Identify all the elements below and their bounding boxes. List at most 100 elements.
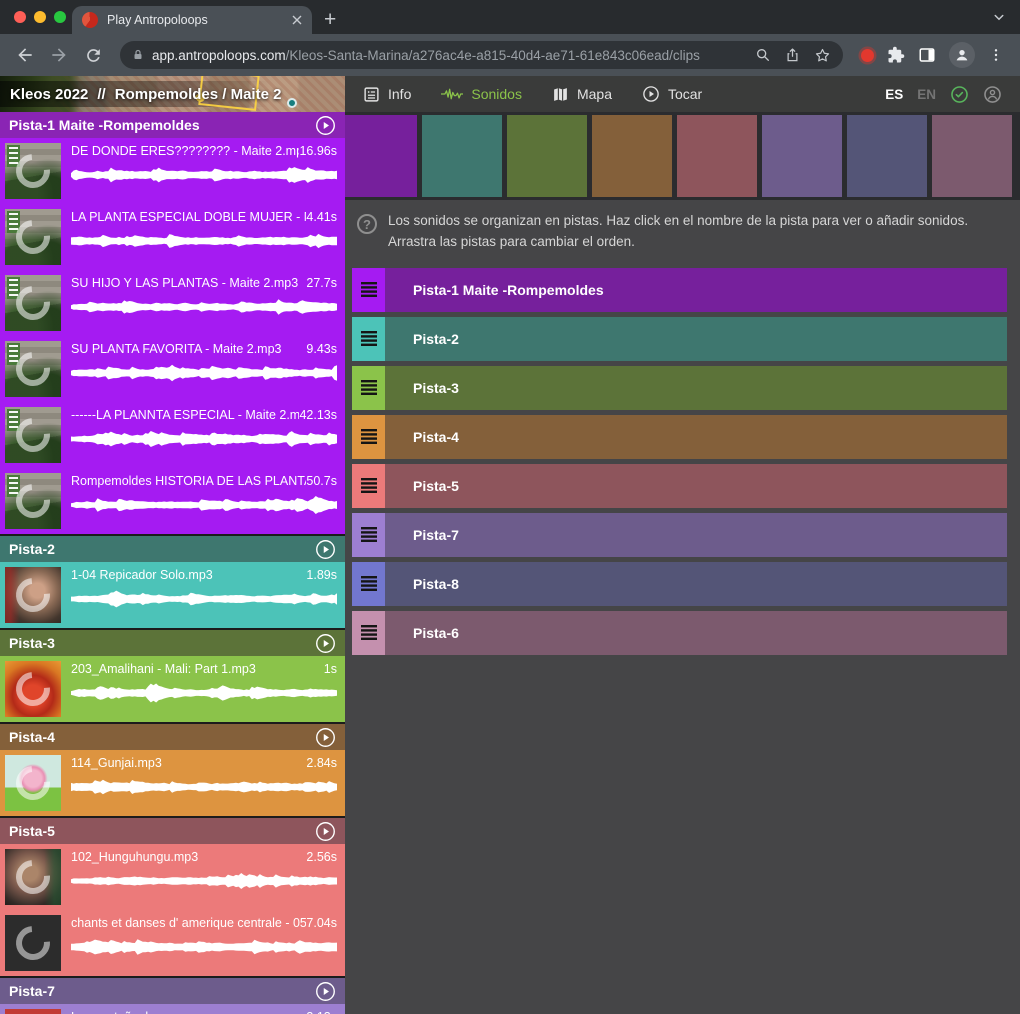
language-en-button[interactable]: EN: [917, 87, 936, 102]
minimize-window-button[interactable]: [34, 11, 46, 23]
browser-menu-icon[interactable]: [988, 47, 1004, 63]
board-track-name[interactable]: Pista-8: [385, 562, 1007, 606]
tab-search-chevron-icon[interactable]: [990, 8, 1008, 26]
clip-item[interactable]: SU PLANTA FAVORITA - Maite 2.mp3 9.43s: [0, 336, 345, 402]
waveform[interactable]: [71, 587, 337, 611]
board-track-row[interactable]: Pista-3: [352, 366, 1007, 410]
play-track-icon[interactable]: [315, 727, 336, 748]
side-panel-icon[interactable]: [918, 46, 936, 64]
waveform[interactable]: [71, 775, 337, 799]
clip-item[interactable]: Rompemoldes HISTORIA DE LAS PLANTAS... 5…: [0, 468, 345, 534]
sidebar-track-header[interactable]: Pista-3: [0, 630, 345, 656]
clip-item[interactable]: Las castañuelas 3.13s: [0, 1004, 345, 1014]
drag-handle[interactable]: [352, 464, 385, 508]
maximize-window-button[interactable]: [54, 11, 66, 23]
tab-sonidos[interactable]: Sonidos: [441, 86, 522, 102]
clip-thumbnail[interactable]: [5, 407, 61, 463]
board-track-name[interactable]: Pista-3: [385, 366, 1007, 410]
clip-thumbnail[interactable]: [5, 143, 61, 199]
sidebar-track-header[interactable]: Pista-7: [0, 978, 345, 1004]
drag-handle[interactable]: [352, 611, 385, 655]
check-circle-icon[interactable]: [950, 85, 969, 104]
waveform[interactable]: [71, 361, 337, 385]
board-track-row[interactable]: Pista-5: [352, 464, 1007, 508]
extensions-puzzle-icon[interactable]: [887, 46, 905, 64]
sidebar-track-header[interactable]: Pista-4: [0, 724, 345, 750]
language-es-button[interactable]: ES: [885, 87, 903, 102]
record-extension-icon[interactable]: [861, 49, 874, 62]
drag-handle[interactable]: [352, 366, 385, 410]
forward-button[interactable]: [44, 40, 74, 70]
waveform[interactable]: [71, 869, 337, 893]
clip-thumbnail[interactable]: [5, 341, 61, 397]
browser-tab[interactable]: Play Antropoloops: [72, 6, 312, 34]
address-bar[interactable]: app.antropoloops.com/Kleos-Santa-Marina/…: [120, 41, 843, 69]
tab-tocar[interactable]: Tocar: [642, 85, 702, 103]
sidebar-track-header[interactable]: Pista-5: [0, 818, 345, 844]
waveform[interactable]: [71, 163, 337, 187]
drag-handle[interactable]: [352, 415, 385, 459]
clip-item[interactable]: SU HIJO Y LAS PLANTAS - Maite 2.mp3 27.7…: [0, 270, 345, 336]
clip-thumbnail[interactable]: [5, 1009, 61, 1014]
waveform[interactable]: [71, 295, 337, 319]
reload-button[interactable]: [78, 40, 108, 70]
play-track-icon[interactable]: [315, 981, 336, 1002]
waveform[interactable]: [71, 229, 337, 253]
board-track-name[interactable]: Pista-7: [385, 513, 1007, 557]
waveform[interactable]: [71, 681, 337, 705]
clip-item[interactable]: DE DONDE ERES???????? - Maite 2.mp3 16.9…: [0, 138, 345, 204]
board-track-row[interactable]: Pista-8: [352, 562, 1007, 606]
drag-handle[interactable]: [352, 513, 385, 557]
bookmark-star-icon[interactable]: [814, 47, 831, 64]
new-tab-button[interactable]: +: [324, 9, 336, 30]
board-track-row[interactable]: Pista-7: [352, 513, 1007, 557]
tab-mapa[interactable]: Mapa: [552, 86, 612, 103]
clip-thumbnail[interactable]: [5, 473, 61, 529]
clip-item[interactable]: chants et danses d' amerique centrale - …: [0, 910, 345, 976]
clip-thumbnail[interactable]: [5, 755, 61, 811]
play-track-icon[interactable]: [315, 821, 336, 842]
clip-item[interactable]: 102_Hunguhungu.mp3 2.56s: [0, 844, 345, 910]
clip-thumbnail[interactable]: [5, 209, 61, 265]
clip-thumbnail[interactable]: [5, 661, 61, 717]
board-track-row[interactable]: Pista-6: [352, 611, 1007, 655]
clip-item[interactable]: 114_Gunjai.mp3 2.84s: [0, 750, 345, 816]
board-track-name[interactable]: Pista-1 Maite -Rompemoldes: [385, 268, 1007, 312]
drag-handle[interactable]: [352, 562, 385, 606]
sidebar-track-header[interactable]: Pista-1 Maite -Rompemoldes: [0, 112, 345, 138]
drag-handle[interactable]: [352, 268, 385, 312]
clip-thumbnail[interactable]: [5, 567, 61, 623]
play-track-icon[interactable]: [315, 115, 336, 136]
search-icon[interactable]: [755, 47, 771, 63]
project-map-banner[interactable]: Kleos 2022 // Rompemoldes / Maite 2: [0, 76, 345, 112]
lock-icon[interactable]: [132, 48, 144, 62]
board-track-name[interactable]: Pista-2: [385, 317, 1007, 361]
share-icon[interactable]: [785, 47, 800, 63]
clip-item[interactable]: 1-04 Repicador Solo.mp3 1.89s: [0, 562, 345, 628]
board-track-name[interactable]: Pista-6: [385, 611, 1007, 655]
board-track-row[interactable]: Pista-2: [352, 317, 1007, 361]
breadcrumb-project[interactable]: Kleos 2022: [10, 86, 88, 103]
account-circle-icon[interactable]: [983, 85, 1002, 104]
clip-thumbnail[interactable]: [5, 915, 61, 971]
back-button[interactable]: [10, 40, 40, 70]
tab-close-icon[interactable]: [292, 15, 302, 25]
board-track-name[interactable]: Pista-5: [385, 464, 1007, 508]
drag-handle[interactable]: [352, 317, 385, 361]
waveform[interactable]: [71, 935, 337, 959]
waveform[interactable]: [71, 493, 337, 517]
close-window-button[interactable]: [14, 11, 26, 23]
board-track-row[interactable]: Pista-1 Maite -Rompemoldes: [352, 268, 1007, 312]
board-track-row[interactable]: Pista-4: [352, 415, 1007, 459]
clip-item[interactable]: 203_Amalihani - Mali: Part 1.mp3 1s: [0, 656, 345, 722]
board-track-name[interactable]: Pista-4: [385, 415, 1007, 459]
tab-info[interactable]: Info: [363, 86, 411, 103]
clip-thumbnail[interactable]: [5, 849, 61, 905]
clip-item[interactable]: LA PLANTA ESPECIAL DOBLE MUJER - Mai... …: [0, 204, 345, 270]
breadcrumb-session[interactable]: Rompemoldes / Maite 2: [115, 86, 282, 103]
profile-avatar-icon[interactable]: [949, 42, 975, 68]
sidebar-track-header[interactable]: Pista-2: [0, 536, 345, 562]
waveform[interactable]: [71, 427, 337, 451]
play-track-icon[interactable]: [315, 633, 336, 654]
play-track-icon[interactable]: [315, 539, 336, 560]
